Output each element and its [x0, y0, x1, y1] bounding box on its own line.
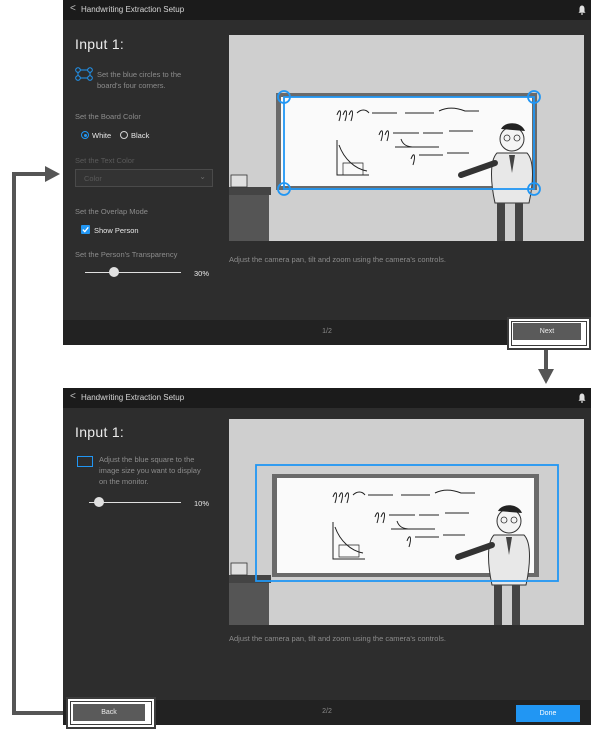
black-radio[interactable] — [120, 131, 128, 139]
checkmark-icon — [82, 226, 89, 233]
bell-icon[interactable] — [578, 393, 586, 403]
text-color-value: Color — [84, 174, 102, 183]
size-value: 10% — [194, 499, 210, 508]
whiteboard-illustration — [229, 419, 584, 625]
title-bar: < Handwriting Extraction Setup — [63, 388, 591, 408]
show-person-label[interactable]: Show Person — [94, 226, 139, 235]
next-button[interactable]: Next — [513, 323, 581, 340]
input-title: Input 1: — [75, 424, 125, 440]
instruction-line-2: board's four corners. — [97, 81, 166, 90]
corners-icon — [75, 67, 93, 81]
white-option-label[interactable]: White — [92, 131, 111, 140]
back-chevron-icon[interactable]: < — [70, 3, 76, 14]
slider-track — [85, 272, 181, 273]
white-radio[interactable] — [81, 131, 89, 139]
camera-hint: Adjust the camera pan, tilt and zoom usi… — [229, 634, 446, 643]
bell-icon[interactable] — [578, 5, 586, 15]
camera-preview — [229, 419, 584, 625]
slider-knob[interactable] — [109, 267, 119, 277]
show-person-checkbox[interactable] — [81, 225, 90, 234]
square-icon — [77, 456, 93, 467]
window-title: Handwriting Extraction Setup — [81, 393, 185, 402]
chevron-down-icon: ⌄ — [199, 172, 206, 181]
title-bar: < Handwriting Extraction Setup — [63, 0, 591, 20]
board-color-label: Set the Board Color — [75, 112, 141, 121]
instruction-line-1: Set the blue circles to the — [97, 70, 182, 79]
black-option-label[interactable]: Black — [131, 131, 149, 140]
transparency-label: Set the Person's Transparency — [75, 250, 178, 259]
setup-screen-1: < Handwriting Extraction Setup Input 1: … — [63, 0, 591, 345]
instruction-line-2: image size you want to display — [99, 466, 201, 475]
overlap-mode-label: Set the Overlap Mode — [75, 207, 148, 216]
camera-hint: Adjust the camera pan, tilt and zoom usi… — [229, 255, 446, 264]
input-title: Input 1: — [75, 36, 125, 52]
slider-knob[interactable] — [94, 497, 104, 507]
instruction-line-1: Adjust the blue square to the — [99, 455, 195, 464]
size-slider[interactable] — [89, 496, 181, 508]
text-color-dropdown[interactable]: Color ⌄ — [75, 169, 213, 187]
back-loop-line — [12, 172, 69, 715]
back-loop-arrowhead — [45, 166, 60, 182]
window-title: Handwriting Extraction Setup — [81, 5, 185, 14]
instruction-line-3: on the monitor. — [99, 477, 149, 486]
whiteboard-illustration — [229, 35, 584, 241]
setup-screen-2: < Handwriting Extraction Setup Input 1: … — [63, 388, 591, 725]
transparency-value: 30% — [194, 269, 210, 278]
transparency-slider[interactable] — [85, 266, 181, 278]
camera-preview — [229, 35, 584, 241]
back-chevron-icon[interactable]: < — [70, 391, 76, 402]
back-button[interactable]: Back — [73, 704, 145, 721]
done-button[interactable]: Done — [516, 705, 580, 722]
text-color-label: Set the Text Color — [75, 156, 135, 165]
next-arrow-head — [538, 369, 554, 384]
